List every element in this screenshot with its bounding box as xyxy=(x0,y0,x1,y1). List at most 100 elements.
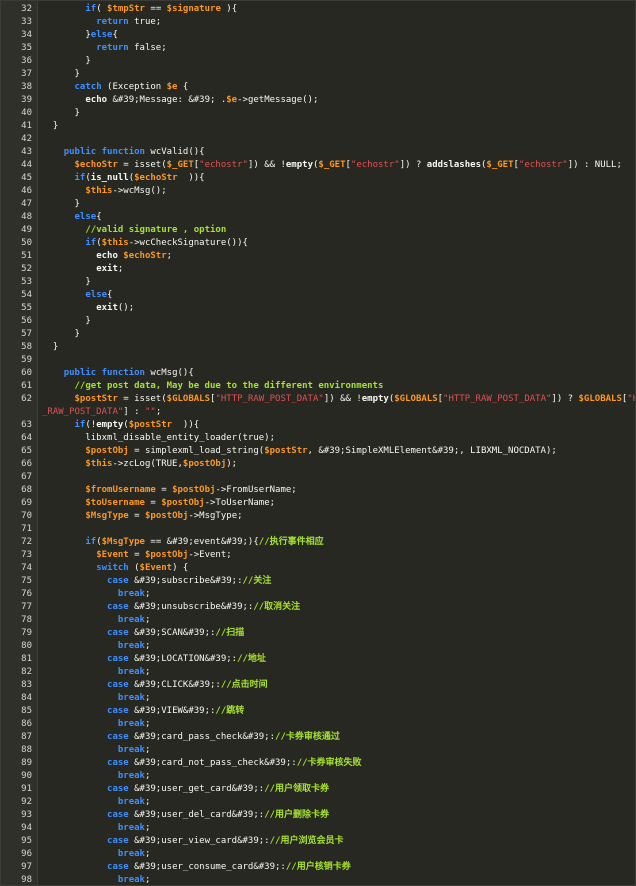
code-line[interactable]: 34 }else{ xyxy=(1,29,635,42)
keyword-token: switch xyxy=(96,563,129,573)
code-line[interactable]: 74 switch ($Event) { xyxy=(1,562,635,575)
code-line[interactable]: _RAW_POST_DATA"] : ""; xyxy=(1,406,635,419)
code-line[interactable]: 85 case &#39;VIEW&#39;://跳转 xyxy=(1,705,635,718)
code-line[interactable]: 47 } xyxy=(1,198,635,211)
code-line[interactable]: 42 xyxy=(1,133,635,146)
code-line[interactable]: 95 case &#39;user_view_card&#39;://用户浏览会… xyxy=(1,835,635,848)
code-line[interactable]: 59 xyxy=(1,354,635,367)
code-line[interactable]: 86 break; xyxy=(1,718,635,731)
code-line[interactable]: 81 case &#39;LOCATION&#39;://地址 xyxy=(1,653,635,666)
code-line[interactable]: 61 //get post data, May be due to the di… xyxy=(1,380,635,393)
code-area[interactable]: 32 if( $tmpStr == $signature ){33 return… xyxy=(1,3,635,885)
string-token: "" xyxy=(144,407,156,417)
code-line[interactable]: 66 $this->zcLog(TRUE,$postObj); xyxy=(1,458,635,471)
line-number: 53 xyxy=(21,277,32,287)
code-line[interactable]: 89 case &#39;card_not_pass_check&#39;://… xyxy=(1,757,635,770)
keyword-token: case xyxy=(107,628,129,638)
code-line[interactable]: 68 $fromUsername = $postObj->FromUserNam… xyxy=(1,484,635,497)
code-line[interactable]: 92 break; xyxy=(1,796,635,809)
code-line[interactable]: 93 case &#39;user_del_card&#39;://用户删除卡券 xyxy=(1,809,635,822)
code-line[interactable]: 98 break; xyxy=(1,874,635,885)
code-token: (); xyxy=(117,303,135,313)
line-source: _RAW_POST_DATA"] : ""; xyxy=(37,406,161,419)
code-line[interactable]: 49 //valid signature , option xyxy=(1,224,635,237)
code-line[interactable]: 48 else{ xyxy=(1,211,635,224)
builtin-token: exit xyxy=(96,264,118,274)
line-source: if(!empty($postStr )){ xyxy=(37,419,200,432)
code-line[interactable]: 87 case &#39;card_pass_check&#39;://卡券审核… xyxy=(1,731,635,744)
code-line[interactable]: 35 return false; xyxy=(1,42,635,55)
code-line[interactable]: 58 } xyxy=(1,341,635,354)
line-source: exit(); xyxy=(37,302,134,315)
code-line[interactable]: 54 else{ xyxy=(1,289,635,302)
code-line[interactable]: 40 } xyxy=(1,107,635,120)
code-token: ); xyxy=(226,459,238,469)
keyword-token: if xyxy=(85,4,97,14)
code-line[interactable]: 79 case &#39;SCAN&#39;://扫描 xyxy=(1,627,635,640)
code-line[interactable]: 72 if($MsgType == &#39;event&#39;){//执行事… xyxy=(1,536,635,549)
code-line[interactable]: 33 return true; xyxy=(1,16,635,29)
code-line[interactable]: 50 if($this->wcCheckSignature()){ xyxy=(1,237,635,250)
code-line[interactable]: 36 } xyxy=(1,55,635,68)
line-source: } xyxy=(37,276,90,289)
line-number: 83 xyxy=(21,680,32,690)
code-line[interactable]: 90 break; xyxy=(1,770,635,783)
code-line[interactable]: 46 $this->wcMsg(); xyxy=(1,185,635,198)
code-line[interactable]: 32 if( $tmpStr == $signature ){ xyxy=(1,3,635,16)
code-line[interactable]: 88 break; xyxy=(1,744,635,757)
code-line[interactable]: 56 } xyxy=(1,315,635,328)
code-line[interactable]: 97 case &#39;user_consume_card&#39;://用户… xyxy=(1,861,635,874)
code-line[interactable]: 67 xyxy=(1,471,635,484)
code-line[interactable]: 41 } xyxy=(1,120,635,133)
code-token: &#39;user_del_card&#39;: xyxy=(128,810,265,820)
code-line[interactable]: 70 $MsgType = $postObj->MsgType; xyxy=(1,510,635,523)
line-source: } xyxy=(37,55,90,68)
code-line[interactable]: 69 $toUsername = $postObj->ToUserName; xyxy=(1,497,635,510)
code-line[interactable]: 71 xyxy=(1,523,635,536)
code-line[interactable]: 76 break; xyxy=(1,588,635,601)
line-source: $fromUsername = $postObj->FromUserName; xyxy=(37,484,296,497)
code-line[interactable]: 78 break; xyxy=(1,614,635,627)
code-line[interactable]: 52 exit; xyxy=(1,263,635,276)
line-number: 37 xyxy=(21,69,32,79)
code-token: ; xyxy=(144,693,151,703)
variable-token: $postObj xyxy=(182,459,227,469)
code-line[interactable]: 55 exit(); xyxy=(1,302,635,315)
code-line[interactable]: 63 if(!empty($postStr )){ xyxy=(1,419,635,432)
builtin-token: echo xyxy=(96,251,118,261)
code-line[interactable]: 43 public function wcValid(){ xyxy=(1,146,635,159)
code-line[interactable]: 37 } xyxy=(1,68,635,81)
code-line[interactable]: 84 break; xyxy=(1,692,635,705)
code-line[interactable]: 45 if(is_null($echoStr )){ xyxy=(1,172,635,185)
code-line[interactable]: 53 } xyxy=(1,276,635,289)
code-line[interactable]: 75 case &#39;subscribe&#39;://关注 xyxy=(1,575,635,588)
code-line[interactable]: 65 $postObj = simplexml_load_string($pos… xyxy=(1,445,635,458)
code-line[interactable]: 82 break; xyxy=(1,666,635,679)
line-number: 79 xyxy=(21,628,32,638)
code-token: ; xyxy=(117,264,124,274)
line-number: 36 xyxy=(21,56,32,66)
code-line[interactable]: 62 $postStr = isset($GLOBALS["HTTP_RAW_P… xyxy=(1,393,635,406)
line-source: //valid signature , option xyxy=(37,224,226,237)
code-line[interactable]: 60 public function wcMsg(){ xyxy=(1,367,635,380)
code-line[interactable]: 73 $Event = $postObj->Event; xyxy=(1,549,635,562)
code-line[interactable]: 80 break; xyxy=(1,640,635,653)
code-line[interactable]: 77 case &#39;unsubscribe&#39;://取消关注 xyxy=(1,601,635,614)
code-line[interactable]: 57 } xyxy=(1,328,635,341)
code-line[interactable]: 39 echo &#39;Message: &#39; .$e->getMess… xyxy=(1,94,635,107)
code-line[interactable]: 83 case &#39;CLICK&#39;://点击时间 xyxy=(1,679,635,692)
code-line[interactable]: 51 echo $echoStr; xyxy=(1,250,635,263)
code-line[interactable]: 38 catch (Exception $e { xyxy=(1,81,635,94)
line-source: case &#39;CLICK&#39;://点击时间 xyxy=(37,679,268,692)
code-line[interactable]: 91 case &#39;user_get_card&#39;://用户领取卡券 xyxy=(1,783,635,796)
code-editor[interactable]: 32 if( $tmpStr == $signature ){33 return… xyxy=(0,0,636,886)
line-source: else{ xyxy=(37,211,102,224)
code-line[interactable]: 44 $echoStr = isset($_GET["echostr"]) &&… xyxy=(1,159,635,172)
code-line[interactable]: 94 break; xyxy=(1,822,635,835)
comment-token: //取消关注 xyxy=(253,602,301,612)
code-line[interactable]: 64 libxml_disable_entity_loader(true); xyxy=(1,432,635,445)
comment-token: //get post data, May be due to the diffe… xyxy=(74,381,384,391)
code-line[interactable]: 96 break; xyxy=(1,848,635,861)
